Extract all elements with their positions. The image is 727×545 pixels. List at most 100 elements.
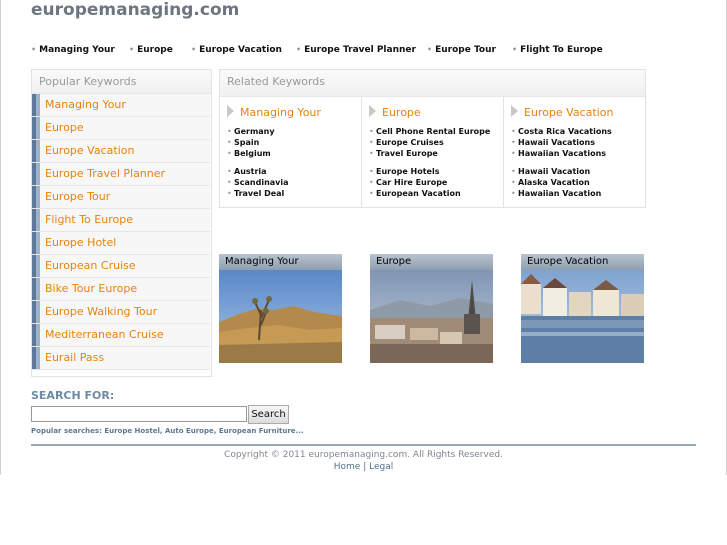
popular-keyword-item[interactable]: Europe (32, 117, 210, 140)
popular-keyword-label[interactable]: Europe Tour (45, 190, 110, 203)
popular-keyword-label[interactable]: Bike Tour Europe (45, 282, 137, 295)
related-link[interactable]: Germany (227, 127, 275, 136)
popular-keyword-item[interactable]: Eurail Pass (32, 347, 210, 370)
related-keywords-heading: Related Keywords (220, 70, 645, 97)
related-column: Europe Cell Phone Rental Europe Europe C… (361, 97, 503, 207)
popular-keyword-label[interactable]: Flight To Europe (45, 213, 133, 226)
popular-keyword-label[interactable]: Europe Hotel (45, 236, 116, 249)
popular-keywords-panel: Popular Keywords Managing Your Europe Eu… (31, 69, 212, 377)
search-input[interactable] (31, 406, 247, 422)
related-link[interactable]: Belgium (227, 149, 271, 158)
image-card-europe-vacation[interactable]: Europe Vacation (521, 254, 644, 363)
search-button[interactable]: Search (248, 405, 289, 424)
item-bar (36, 278, 40, 300)
popular-keyword-item[interactable]: Flight To Europe (32, 209, 210, 232)
bullet-icon: • (427, 45, 433, 54)
topnav-label: Europe Tour (435, 45, 496, 55)
item-bar (36, 117, 40, 139)
related-link[interactable]: Costa Rica Vacations (511, 127, 612, 136)
related-link[interactable]: Hawaiian Vacation (511, 189, 601, 198)
related-link[interactable]: Spain (227, 138, 259, 147)
popular-keyword-item[interactable]: Managing Your (32, 94, 210, 117)
popular-keywords-heading: Popular Keywords (32, 70, 211, 94)
related-column-title[interactable]: Europe Vacation (524, 106, 613, 119)
popular-keyword-item[interactable]: Bike Tour Europe (32, 278, 210, 301)
popular-searches[interactable]: Popular searches: Europe Hostel, Auto Eu… (31, 427, 304, 435)
bullet-icon: • (296, 45, 302, 54)
card-caption: Managing Your (219, 254, 342, 270)
topnav-item-europe-tour[interactable]: • Europe Tour (427, 45, 496, 55)
image-card-managing-your[interactable]: Managing Your (219, 254, 342, 363)
related-column: Managing Your Germany Spain Belgium Aust… (220, 97, 361, 207)
site-title[interactable]: europemanaging.com (31, 0, 239, 20)
related-column-title[interactable]: Europe (382, 106, 421, 119)
popular-keyword-item[interactable]: Europe Tour (32, 186, 210, 209)
desert-landscape-image (219, 270, 342, 363)
related-column-title[interactable]: Managing Your (240, 106, 321, 119)
popular-keyword-item[interactable]: European Cruise (32, 255, 210, 278)
topnav-label: Europe Travel Planner (304, 45, 416, 55)
popular-keyword-item[interactable]: Europe Travel Planner (32, 163, 210, 186)
arrow-right-icon (369, 105, 376, 117)
topnav-item-europe[interactable]: • Europe (129, 45, 173, 55)
arrow-right-icon (511, 105, 518, 117)
popular-keyword-label[interactable]: Europe (45, 121, 84, 134)
related-link[interactable]: Alaska Vacation (511, 178, 590, 187)
card-caption: Europe Vacation (521, 254, 644, 270)
footer-legal-link[interactable]: Legal (369, 462, 393, 472)
footer-separator: | (363, 462, 367, 472)
related-link[interactable]: Scandinavia (227, 178, 288, 187)
item-bar (36, 140, 40, 162)
topnav-item-europe-vacation[interactable]: • Europe Vacation (191, 45, 282, 55)
popular-keyword-label[interactable]: Europe Travel Planner (45, 167, 165, 180)
popular-keyword-item[interactable]: Europe Hotel (32, 232, 210, 255)
related-link[interactable]: Europe Cruises (369, 138, 444, 147)
card-caption-label: Europe (376, 256, 412, 267)
popular-keyword-label[interactable]: Eurail Pass (45, 351, 104, 364)
topnav-item-europe-travel-planner[interactable]: • Europe Travel Planner (296, 45, 416, 55)
related-link[interactable]: Travel Europe (369, 149, 438, 158)
item-bar (36, 163, 40, 185)
related-link[interactable]: Austria (227, 167, 266, 176)
related-keywords-panel: Related Keywords Managing Your Germany S… (219, 69, 646, 208)
popular-keyword-label[interactable]: Europe Walking Tour (45, 305, 157, 318)
popular-keyword-item[interactable]: Europe Walking Tour (32, 301, 210, 324)
popular-keyword-label[interactable]: Mediterranean Cruise (45, 328, 164, 341)
item-bar (36, 301, 40, 323)
footer-home-link[interactable]: Home (334, 462, 361, 472)
related-link[interactable]: Travel Deal (227, 189, 284, 198)
footer-divider (31, 444, 696, 446)
related-link[interactable]: Cell Phone Rental Europe (369, 127, 490, 136)
topnav-item-flight-to-europe[interactable]: • Flight To Europe (512, 45, 603, 55)
related-link[interactable]: Europe Hotels (369, 167, 440, 176)
bullet-icon: • (191, 45, 197, 54)
topnav-label: Europe Vacation (199, 45, 282, 55)
arrow-right-icon (227, 105, 234, 117)
copyright-text: Copyright © 2011 europemanaging.com. All… (224, 450, 503, 460)
topnav-label: Europe (137, 45, 173, 55)
topnav-label: Managing Your (39, 45, 115, 55)
topnav-item-managing-your[interactable]: • Managing Your (31, 45, 115, 55)
bullet-icon: • (512, 45, 518, 54)
popular-keyword-label[interactable]: European Cruise (45, 259, 136, 272)
footer-links: Home | Legal (0, 462, 727, 472)
related-link[interactable]: Hawaiian Vacations (511, 149, 606, 158)
card-caption-label: Managing Your (225, 256, 299, 267)
related-link[interactable]: Car Hire Europe (369, 178, 447, 187)
related-link[interactable]: Hawaii Vacations (511, 138, 595, 147)
item-bar (36, 232, 40, 254)
topnav-label: Flight To Europe (520, 45, 603, 55)
item-bar (36, 186, 40, 208)
card-caption: Europe (370, 254, 493, 270)
related-link[interactable]: European Vacation (369, 189, 461, 198)
search-label: SEARCH FOR: (31, 389, 115, 402)
item-bar (36, 347, 40, 369)
popular-keyword-label[interactable]: Managing Your (45, 98, 126, 111)
related-link[interactable]: Hawaii Vacation (511, 167, 590, 176)
card-caption-label: Europe Vacation (527, 256, 609, 267)
item-bar (36, 255, 40, 277)
popular-keyword-label[interactable]: Europe Vacation (45, 144, 134, 157)
popular-keyword-item[interactable]: Mediterranean Cruise (32, 324, 210, 347)
image-card-europe[interactable]: Europe (370, 254, 493, 363)
popular-keyword-item[interactable]: Europe Vacation (32, 140, 210, 163)
